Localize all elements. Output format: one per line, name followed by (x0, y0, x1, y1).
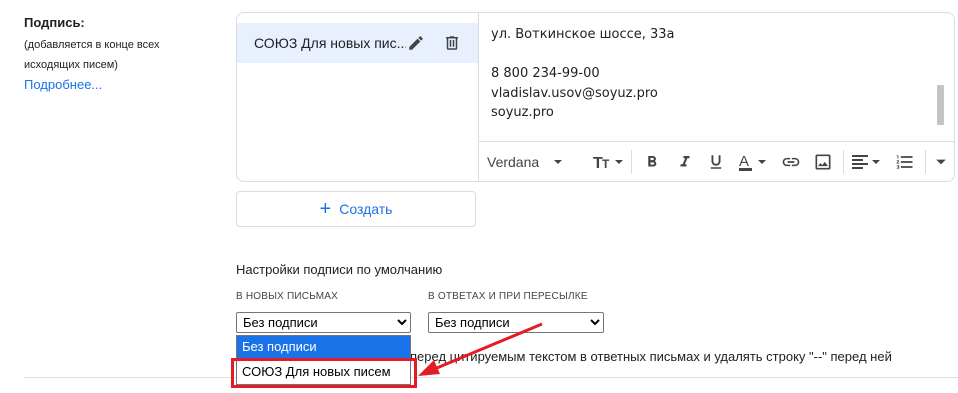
signature-item-name: СОЮЗ Для новых пис... (254, 35, 406, 51)
toolbar-divider (631, 150, 632, 174)
font-selector[interactable]: Verdana (487, 142, 563, 181)
font-name: Verdana (487, 153, 540, 170)
signature-line: 8 800 234-99-00 (491, 66, 600, 81)
text-color-icon[interactable]: A (738, 142, 770, 181)
trash-icon[interactable] (443, 34, 461, 52)
default-settings-heading: Настройки подписи по умолчанию (236, 262, 443, 277)
scrollbar-thumb[interactable] (937, 85, 944, 125)
new-emails-label: В НОВЫХ ПИСЬМАХ (236, 291, 339, 302)
learn-more-link[interactable]: Подробнее... (24, 77, 102, 92)
plus-icon: + (319, 198, 332, 220)
replies-label: В ОТВЕТАХ И ПРИ ПЕРЕСЫЛКЕ (428, 291, 588, 302)
numbered-list-icon[interactable] (895, 142, 915, 181)
signature-editor: СОЮЗ Для новых пис... ул. Воткинское шос… (236, 12, 955, 182)
signature-line: ул. Воткинское шоссе, 33а (491, 27, 675, 42)
annotation-highlight-box (231, 358, 417, 388)
underline-icon[interactable] (707, 142, 725, 181)
signature-text-area[interactable]: ул. Воткинское шоссе, 33а 8 800 234-99-0… (491, 25, 675, 123)
svg-text:A: A (739, 153, 749, 170)
toolbar-divider (925, 150, 926, 174)
formatting-toolbar: Verdana TT A (479, 141, 954, 181)
italic-icon[interactable] (676, 142, 694, 181)
signature-line: vladislav.usov@soyuz.pro (491, 85, 658, 101)
signature-list: СОЮЗ Для новых пис... (237, 13, 479, 181)
annotation-arrow (418, 322, 543, 376)
toolbar-divider (843, 150, 844, 174)
signature-section-title: Подпись: (24, 15, 85, 30)
create-button-label: Создать (339, 201, 393, 217)
align-icon[interactable] (851, 142, 883, 181)
bold-icon[interactable] (643, 142, 661, 181)
link-icon[interactable] (781, 142, 801, 181)
chevron-down-icon (553, 157, 563, 167)
dropdown-option-no-signature[interactable]: Без подписи (237, 336, 410, 358)
new-emails-signature-select[interactable]: Без подписи (236, 312, 411, 333)
more-icon[interactable] (935, 142, 947, 181)
signature-list-item[interactable]: СОЮЗ Для новых пис... (237, 23, 478, 63)
text-size-icon[interactable]: TT (593, 142, 625, 181)
create-signature-button[interactable]: + Создать (236, 191, 476, 227)
pencil-icon[interactable] (407, 34, 425, 52)
svg-text:T: T (602, 157, 610, 171)
signature-hint-line1: (добавляется в конце всех (24, 39, 160, 51)
signature-line (491, 45, 675, 65)
signature-line: soyuz.pro (491, 105, 554, 120)
image-icon[interactable] (813, 142, 833, 181)
signature-hint-line2: исходящих писем) (24, 59, 118, 71)
